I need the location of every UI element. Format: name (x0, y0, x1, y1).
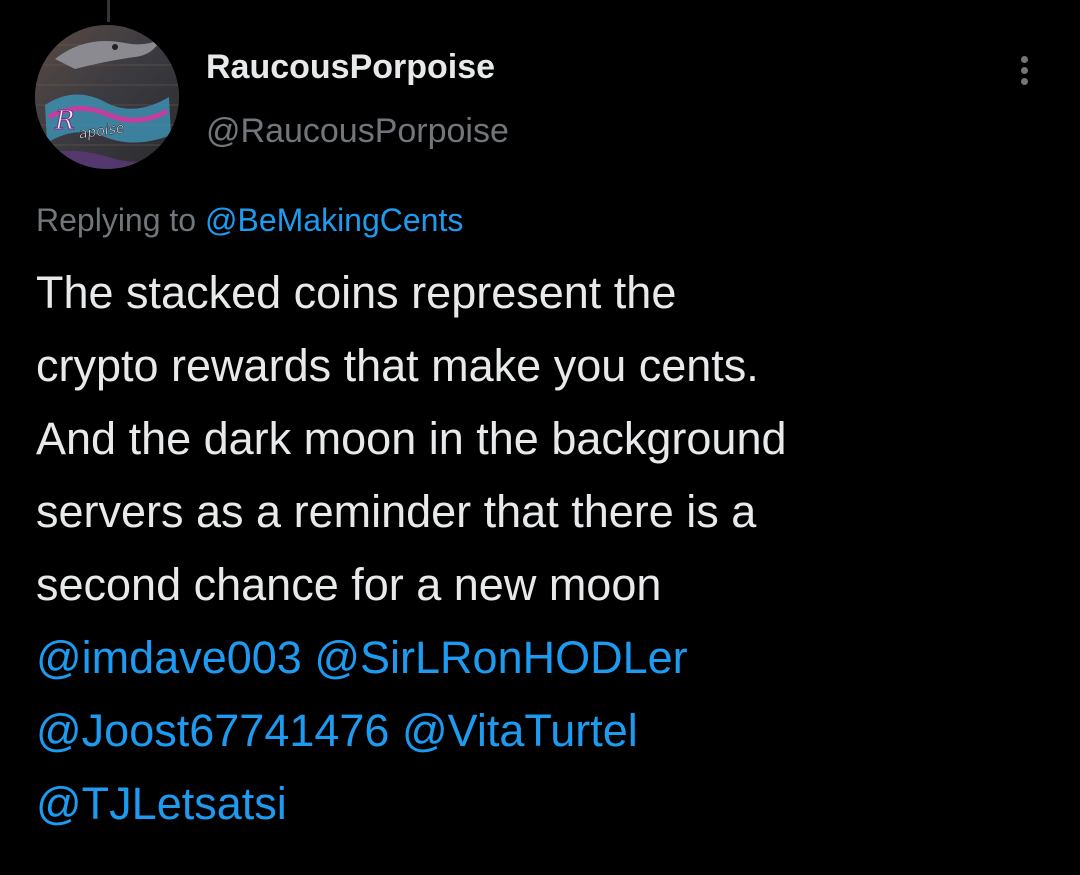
mention-link[interactable]: @imdave003 (36, 632, 302, 683)
avatar[interactable]: R apoise (35, 25, 179, 169)
author-handle[interactable]: @RaucousPorpoise (206, 112, 509, 151)
mention-link[interactable]: @VitaTurtel (402, 705, 638, 756)
tweet-text-line: second chance for a new moon (36, 559, 662, 610)
mention-line: @imdave003 @SirLRonHODLer (36, 621, 1056, 694)
mention-link[interactable]: @Joost67741476 (36, 705, 389, 756)
thread-connector-line (107, 0, 110, 22)
mention-link[interactable]: @TJLetsatsi (36, 778, 287, 829)
tweet-text-line: servers as a reminder that there is a (36, 486, 757, 537)
tweet-text-line: crypto rewards that make you cents. (36, 340, 759, 391)
replying-to-line: Replying to @BeMakingCents (36, 202, 463, 239)
avatar-image: R apoise (35, 25, 179, 169)
author-display-name[interactable]: RaucousPorpoise (206, 48, 495, 87)
tweet-text: The stacked coins represent the crypto r… (36, 256, 1056, 840)
mention-line: @TJLetsatsi (36, 767, 1056, 840)
replying-to-label: Replying to (36, 202, 205, 238)
tweet-text-line: The stacked coins represent the (36, 267, 677, 318)
mention-line: @Joost67741476 @VitaTurtel (36, 694, 1056, 767)
replying-to-mention[interactable]: @BeMakingCents (205, 202, 463, 238)
tweet-text-line: And the dark moon in the background (36, 413, 787, 464)
mention-link[interactable]: @SirLRonHODLer (314, 632, 687, 683)
svg-text:R: R (54, 106, 75, 136)
more-options-button[interactable] (1008, 48, 1042, 92)
